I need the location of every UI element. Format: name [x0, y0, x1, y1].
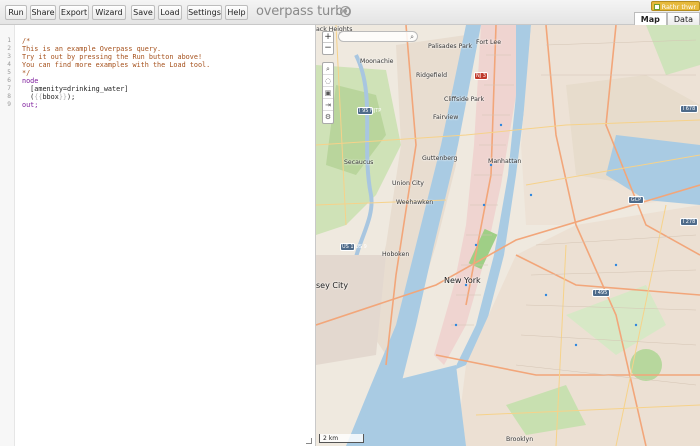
route-shield: US 1 US 9 — [340, 243, 367, 251]
code-line: [amenity=drinking_water] — [22, 85, 129, 93]
code-line: */ — [22, 69, 31, 77]
toolbar: Run Share Export Wizard Save Load Settin… — [0, 0, 700, 25]
line-number: 4 — [7, 61, 11, 68]
line-number: 9 — [7, 101, 11, 108]
line-number: 2 — [7, 45, 11, 52]
place-label: Fairview — [433, 114, 459, 121]
locate-icon[interactable]: ◌ — [323, 75, 333, 87]
place-label: Guttenberg — [422, 155, 458, 162]
wizard-button[interactable]: Wizard — [92, 5, 126, 20]
code-line: /* — [22, 37, 31, 45]
warning-badge[interactable]: Rathr thwr — [650, 1, 700, 11]
line-number: 1 — [7, 37, 11, 44]
resize-handle-icon[interactable] — [306, 438, 312, 444]
export-button[interactable]: Export — [59, 5, 89, 20]
place-label: Fort Lee — [476, 39, 502, 46]
place-label: Union City — [392, 180, 424, 187]
place-label: Moonachie — [360, 58, 394, 65]
place-label: New York — [444, 276, 481, 285]
zoom-control: + − — [322, 31, 334, 55]
zoom-in-button[interactable]: + — [323, 32, 333, 43]
line-number-gutter: 123456789 — [0, 25, 15, 446]
fullscreen-icon[interactable]: ⇥ — [323, 99, 333, 111]
tab-data[interactable]: Data — [666, 12, 700, 25]
tab-map[interactable]: Map — [633, 12, 667, 25]
code-line: Try it out by pressing the Run button ab… — [22, 53, 203, 61]
app-title: overpass turbo — [256, 4, 351, 19]
line-number: 8 — [7, 93, 11, 100]
line-number: 6 — [7, 77, 11, 84]
warning-badge-label: Rathr thwr — [661, 3, 696, 11]
search-icon[interactable]: ⌕ — [410, 32, 414, 42]
settings-icon[interactable]: ⚙ — [323, 111, 333, 123]
line-number: 3 — [7, 53, 11, 60]
map-scale-bar: 2 km — [319, 434, 364, 443]
run-button[interactable]: Run — [5, 5, 27, 20]
help-button[interactable]: Help — [225, 5, 248, 20]
gear-icon[interactable] — [340, 6, 351, 17]
search-icon[interactable]: ⌕ — [323, 63, 333, 75]
code-line: node — [22, 77, 39, 85]
line-number: 7 — [7, 85, 11, 92]
settings-button[interactable]: Settings — [187, 5, 222, 20]
share-button[interactable]: Share — [30, 5, 56, 20]
place-label: Manhattan — [488, 158, 522, 165]
code-line: You can find more examples with the Load… — [22, 61, 211, 69]
route-shield: I 95 NJTP — [357, 107, 382, 115]
map-tools: ⌕ ◌ ▣ ⇥ ⚙ — [322, 62, 334, 124]
place-label: Cliffside Park — [444, 96, 485, 103]
code-line: ({{bbox}}); — [22, 93, 76, 101]
route-shield: GCP — [628, 196, 644, 204]
route-shield: I 495 — [592, 289, 610, 297]
code-line: This is an example Overpass query. — [22, 45, 162, 53]
place-label: Ridgefield — [416, 72, 448, 79]
save-button[interactable]: Save — [131, 5, 155, 20]
place-label: Secaucus — [344, 159, 374, 166]
zoom-out-button[interactable]: − — [323, 43, 333, 54]
code-editor[interactable]: 123456789 /* This is an example Overpass … — [0, 25, 316, 446]
warning-icon — [653, 4, 660, 10]
view-tabs: Map Data — [633, 12, 700, 25]
place-label: Weehawken — [396, 199, 434, 206]
map-view[interactable]: ack Heights Palisades Park Fort Lee Moon… — [316, 25, 700, 446]
map-search-input[interactable]: ⌕ — [338, 31, 418, 42]
place-label: sey City — [316, 281, 349, 290]
load-button[interactable]: Load — [158, 5, 182, 20]
line-number: 5 — [7, 69, 11, 76]
route-shield: I 678 — [680, 105, 698, 113]
route-shield: I 278 — [680, 218, 698, 226]
place-label: Hoboken — [382, 251, 410, 258]
place-label: Palisades Park — [428, 43, 472, 50]
map-tiles — [316, 25, 700, 446]
image-icon[interactable]: ▣ — [323, 87, 333, 99]
place-label: Brooklyn — [506, 436, 534, 443]
code-line: out; — [22, 101, 39, 109]
route-shield: NJ 3 — [474, 72, 488, 80]
